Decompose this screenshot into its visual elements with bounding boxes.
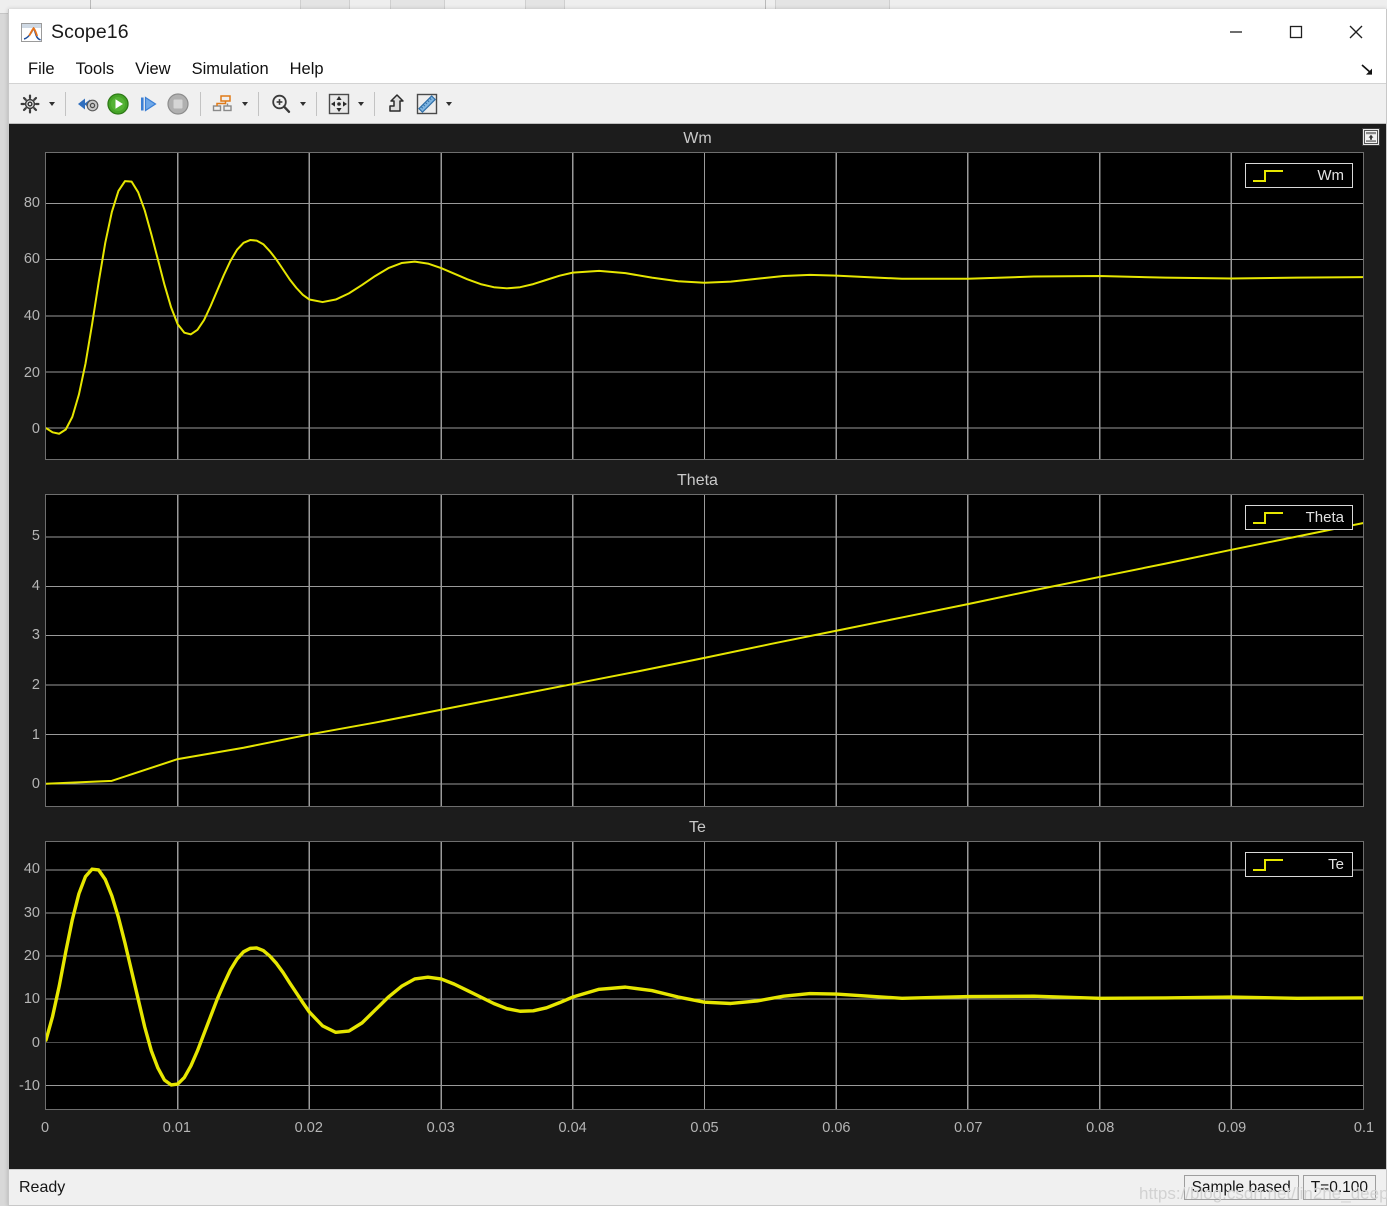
plot-area-theta[interactable]: Theta: [45, 494, 1364, 807]
ruler-caret[interactable]: [442, 89, 455, 119]
menu-tools[interactable]: Tools: [67, 59, 124, 80]
legend-wm[interactable]: Wm: [1245, 163, 1353, 188]
toolbar-separator: [316, 91, 317, 116]
signal-layout-caret[interactable]: [238, 89, 251, 119]
x-tick-label: 0.04: [558, 1120, 587, 1136]
x-tick-label: 0: [40, 1120, 50, 1136]
panel-restore-icon[interactable]: [1362, 128, 1380, 146]
scope-window: Scope16 File Tools View Simulation Help: [8, 9, 1387, 1206]
y-tick-label: 3: [31, 627, 40, 644]
toolbar-separator: [258, 91, 259, 116]
status-ready-label: Ready: [19, 1178, 66, 1196]
x-tick-label: 0.09: [1217, 1120, 1247, 1136]
menu-bar: File Tools View Simulation Help: [9, 55, 1386, 84]
fit-to-view-caret[interactable]: [354, 89, 367, 119]
plot-area-te[interactable]: Te: [45, 841, 1364, 1110]
step-forward-button[interactable]: [133, 89, 163, 119]
status-bar: Ready https://blog.csdn.net/lin2he_deep …: [9, 1169, 1387, 1205]
x-tick-label: 0.03: [426, 1120, 455, 1136]
plot-title-te: Te: [9, 813, 1386, 841]
y-tick-label: 4: [31, 578, 40, 595]
y-tick-label: 1: [31, 726, 40, 743]
menu-file[interactable]: File: [19, 59, 64, 80]
y-tick-label: 0: [31, 1034, 40, 1051]
y-tick-label: 5: [31, 528, 40, 545]
menu-help[interactable]: Help: [281, 59, 333, 80]
plot-title-wm: Wm: [9, 124, 1386, 152]
x-tick-label: 0.02: [294, 1120, 323, 1136]
toolbar-separator: [65, 91, 66, 116]
toolbar-group-config: [15, 89, 58, 119]
menu-view[interactable]: View: [126, 59, 179, 80]
toolbar-group-autoscale: [324, 89, 367, 119]
highlight-signal-icon[interactable]: [382, 89, 412, 119]
status-right-group: Sample based T=0.100: [1180, 1174, 1376, 1201]
legend-theta[interactable]: Theta: [1245, 505, 1353, 530]
y-axis-theta: 5 4 3 2 1 0: [9, 494, 45, 807]
y-tick-label: 0: [31, 776, 40, 793]
y-tick-label: -10: [19, 1078, 40, 1095]
toolbar-group-zoom: [266, 89, 309, 119]
y-tick-label: 20: [23, 947, 40, 964]
maximize-button[interactable]: [1266, 9, 1326, 55]
status-sample-mode: Sample based: [1183, 1174, 1299, 1201]
matlab-icon: [21, 22, 42, 42]
legend-label-te: Te: [1328, 856, 1344, 873]
ruler-icon[interactable]: [412, 89, 442, 119]
y-tick-label: 40: [23, 861, 40, 878]
x-tick-label: 0.1: [1353, 1120, 1375, 1136]
toolbar-group-measure: [382, 89, 455, 119]
x-tick-label: 0.08: [1086, 1120, 1115, 1136]
x-tick-label: 0.06: [822, 1120, 851, 1136]
y-tick-label: 20: [23, 364, 40, 381]
y-tick-label: 40: [23, 307, 40, 324]
window-controls: [1206, 9, 1386, 55]
title-bar: Scope16: [9, 9, 1386, 55]
undock-arrow-icon[interactable]: [1356, 59, 1378, 81]
configuration-properties-caret[interactable]: [45, 89, 58, 119]
close-button[interactable]: [1326, 9, 1386, 55]
legend-label-theta: Theta: [1305, 509, 1344, 526]
x-tick-label: 0.01: [162, 1120, 192, 1136]
y-tick-label: 0: [31, 420, 40, 437]
step-back-button[interactable]: [73, 89, 103, 119]
y-tick-label: 60: [23, 251, 40, 268]
y-tick-label: 10: [23, 991, 40, 1008]
toolbar: [9, 84, 1386, 124]
minimize-button[interactable]: [1206, 9, 1266, 55]
plot-te: Te 40 30 20 10 0 -10 Te: [9, 813, 1386, 1116]
x-tick-label: 0.05: [690, 1120, 719, 1136]
plot-title-theta: Theta: [9, 466, 1386, 494]
x-axis: 0 0.01 0.02 0.03 0.04 0.05 0.06 0.07 0.08 0.09 0.1: [9, 1116, 1386, 1142]
legend-te[interactable]: Te: [1245, 852, 1353, 877]
toolbar-group-run: [73, 89, 193, 119]
stop-button[interactable]: [163, 89, 193, 119]
plot-area-wm[interactable]: Wm: [45, 152, 1364, 460]
step-glyph-icon: [1252, 857, 1286, 872]
legend-label-wm: Wm: [1317, 167, 1344, 184]
zoom-caret[interactable]: [296, 89, 309, 119]
toolbar-separator: [200, 91, 201, 116]
x-tick-label: 0.07: [954, 1120, 983, 1136]
step-glyph-icon: [1252, 510, 1286, 525]
configuration-properties-button[interactable]: [15, 89, 45, 119]
toolbar-separator: [374, 91, 375, 116]
signal-layout-icon[interactable]: [208, 89, 238, 119]
plot-wm: Wm 80 60 40 20 0 Wm: [9, 124, 1386, 466]
fit-to-view-icon[interactable]: [324, 89, 354, 119]
y-axis-wm: 80 60 40 20 0: [9, 152, 45, 460]
y-tick-label: 80: [23, 194, 40, 211]
toolbar-group-layout: [208, 89, 251, 119]
step-glyph-icon: [1252, 168, 1286, 183]
run-button[interactable]: [103, 89, 133, 119]
y-tick-label: 30: [23, 904, 40, 921]
scope-plot-container: Wm 80 60 40 20 0 Wm Theta 5 4 3 2 1 0 Th…: [9, 124, 1386, 1169]
status-time: T=0.100: [1302, 1174, 1376, 1201]
window-title: Scope16: [51, 20, 129, 43]
menu-simulation[interactable]: Simulation: [183, 59, 278, 80]
plot-theta: Theta 5 4 3 2 1 0 Theta: [9, 466, 1386, 813]
zoom-in-icon[interactable]: [266, 89, 296, 119]
y-axis-te: 40 30 20 10 0 -10: [9, 841, 45, 1110]
y-tick-label: 2: [31, 677, 40, 694]
